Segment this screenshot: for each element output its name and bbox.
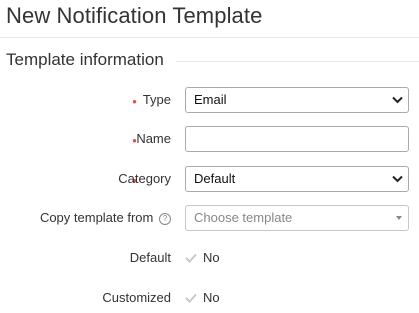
section-title: Template information [6,50,164,69]
type-row: Type Email [0,87,419,113]
category-label: Category [118,171,171,186]
customized-value: No [185,285,220,311]
help-icon[interactable]: ? [159,213,171,225]
category-select[interactable]: Default [185,166,409,192]
category-select-value: Default [194,171,236,186]
title-divider [0,37,419,38]
customized-label: Customized [102,290,171,305]
check-icon [185,253,197,263]
caret-down-icon [396,216,402,220]
page-title: New Notification Template [6,3,263,28]
section-divider [176,61,419,62]
chevron-down-icon [392,175,403,183]
copy-template-label: Copy template from ? [40,205,171,231]
check-icon [185,293,197,303]
type-select-value: Email [194,92,227,107]
name-input[interactable] [185,126,409,152]
copy-template-placeholder: Choose template [194,210,293,225]
copy-template-select[interactable]: Choose template [185,205,409,231]
copy-template-row: Copy template from ? Choose template [0,205,419,231]
default-label: Default [129,250,171,265]
default-value: No [185,245,220,271]
category-row: Category Default [0,166,419,192]
default-row: Default No [0,245,419,271]
chevron-down-icon [392,96,403,104]
name-row: Name [0,126,419,152]
type-select[interactable]: Email [185,87,409,113]
required-marker [132,87,137,113]
type-label: Type [142,92,171,107]
customized-row: Customized No [0,285,419,311]
name-label: Name [136,131,171,146]
